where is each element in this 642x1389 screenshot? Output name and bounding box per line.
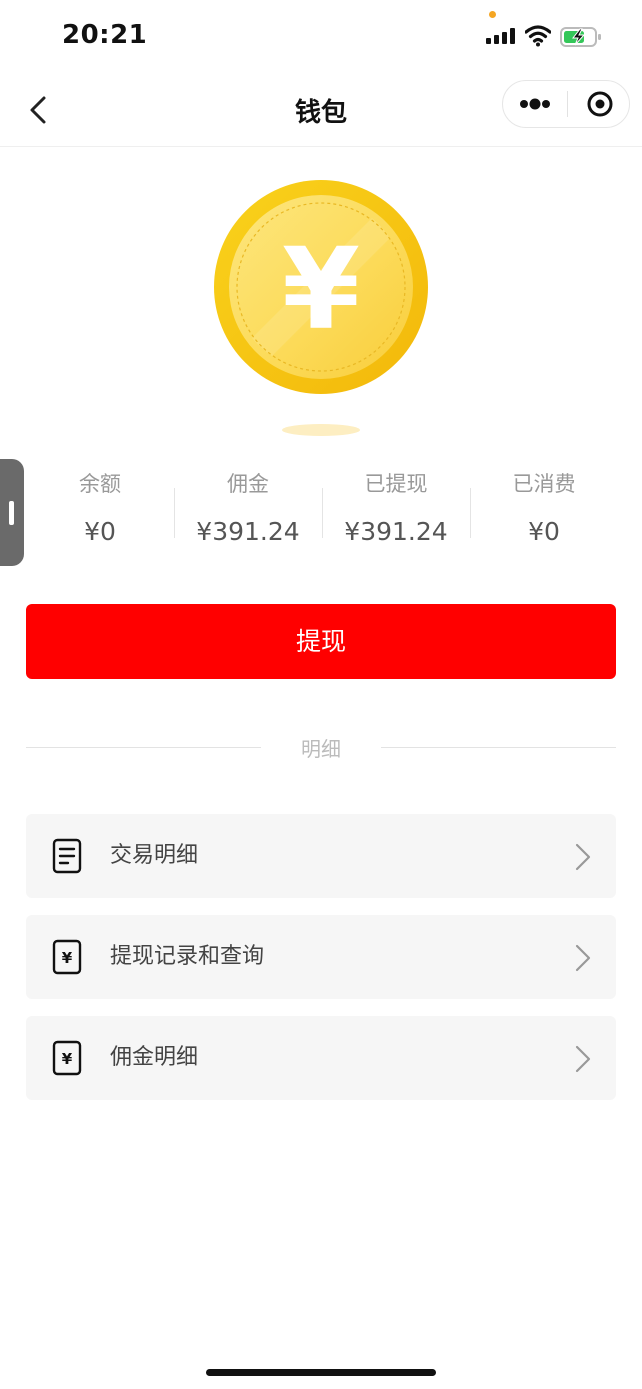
stat-consumed: 已消费 ¥0 bbox=[470, 466, 618, 552]
wallet-page: 20:21 钱包 ¥ 余额 ¥0 佣金 ¥391.24 已提现 ¥391.24 … bbox=[0, 0, 642, 1389]
list-item-label: 佣金明细 bbox=[110, 1045, 199, 1070]
stat-value: ¥0 bbox=[84, 517, 116, 546]
coin-shadow bbox=[282, 424, 360, 436]
yuan-coin-icon: ¥ bbox=[214, 180, 428, 394]
status-bar: 20:21 bbox=[0, 0, 642, 74]
side-drawer-handle[interactable] bbox=[0, 459, 24, 566]
list-item-transaction-details[interactable]: 交易明细 bbox=[26, 814, 616, 898]
chevron-right-icon bbox=[575, 1045, 591, 1073]
stat-value: ¥391.24 bbox=[196, 517, 300, 546]
navigation-bar: 钱包 bbox=[0, 74, 642, 147]
chevron-right-icon bbox=[575, 944, 591, 972]
document-icon bbox=[52, 838, 82, 874]
home-indicator[interactable] bbox=[206, 1369, 436, 1376]
stat-balance: 余额 ¥0 bbox=[26, 466, 174, 552]
list-item-label: 交易明细 bbox=[110, 843, 199, 868]
list-item-commission-details[interactable]: ¥ 佣金明细 bbox=[26, 1016, 616, 1100]
wallet-stats: 余额 ¥0 佣金 ¥391.24 已提现 ¥391.24 已消费 ¥0 bbox=[26, 466, 618, 552]
stat-label: 佣金 bbox=[227, 472, 269, 496]
list-item-withdrawal-records[interactable]: ¥ 提现记录和查询 bbox=[26, 915, 616, 999]
section-divider-right bbox=[381, 747, 616, 748]
close-circle-icon[interactable] bbox=[568, 81, 630, 127]
yuan-receipt-icon: ¥ bbox=[52, 1040, 82, 1076]
more-icon[interactable] bbox=[503, 81, 567, 127]
stat-value: ¥0 bbox=[528, 517, 560, 546]
stat-label: 已消费 bbox=[512, 472, 576, 496]
yuan-receipt-icon: ¥ bbox=[52, 939, 82, 975]
mini-program-capsule bbox=[502, 80, 630, 128]
stat-commission: 佣金 ¥391.24 bbox=[174, 466, 322, 552]
stat-withdrawn: 已提现 ¥391.24 bbox=[322, 466, 470, 552]
stat-label: 余额 bbox=[79, 472, 121, 496]
privacy-indicator-dot bbox=[489, 11, 496, 18]
stat-value: ¥391.24 bbox=[344, 517, 448, 546]
battery-charging-icon bbox=[560, 27, 601, 47]
svg-text:¥: ¥ bbox=[62, 1050, 73, 1068]
list-item-label: 提现记录和查询 bbox=[110, 944, 265, 969]
coin-symbol: ¥ bbox=[282, 225, 360, 355]
wifi-icon bbox=[525, 25, 551, 47]
signal-icon bbox=[486, 28, 515, 44]
handle-grip bbox=[9, 501, 14, 525]
stat-label: 已提现 bbox=[364, 472, 428, 496]
withdraw-button[interactable]: 提现 bbox=[26, 604, 616, 679]
status-time: 20:21 bbox=[62, 20, 148, 50]
svg-text:¥: ¥ bbox=[62, 949, 73, 967]
chevron-right-icon bbox=[575, 843, 591, 871]
